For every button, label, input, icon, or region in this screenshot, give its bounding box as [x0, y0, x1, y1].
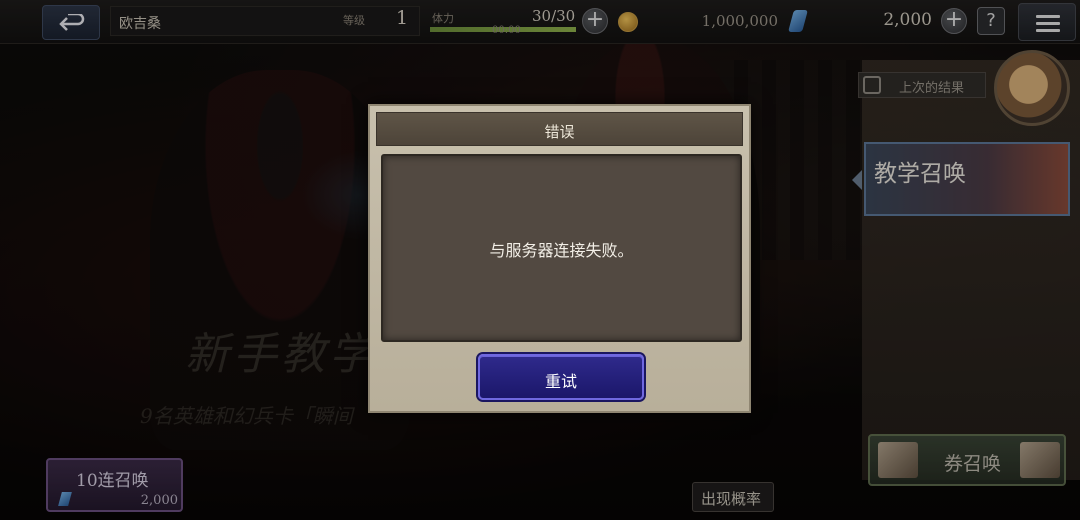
retry-label: 重试	[544, 372, 577, 391]
dialog-title: 错误	[544, 123, 575, 141]
dialog-header: 错误	[376, 112, 743, 146]
error-dialog: 错误 与服务器连接失败。 重试	[368, 104, 751, 413]
dialog-body: 与服务器连接失败。	[381, 154, 742, 342]
error-message: 与服务器连接失败。	[489, 241, 634, 260]
retry-button[interactable]: 重试	[478, 354, 644, 400]
